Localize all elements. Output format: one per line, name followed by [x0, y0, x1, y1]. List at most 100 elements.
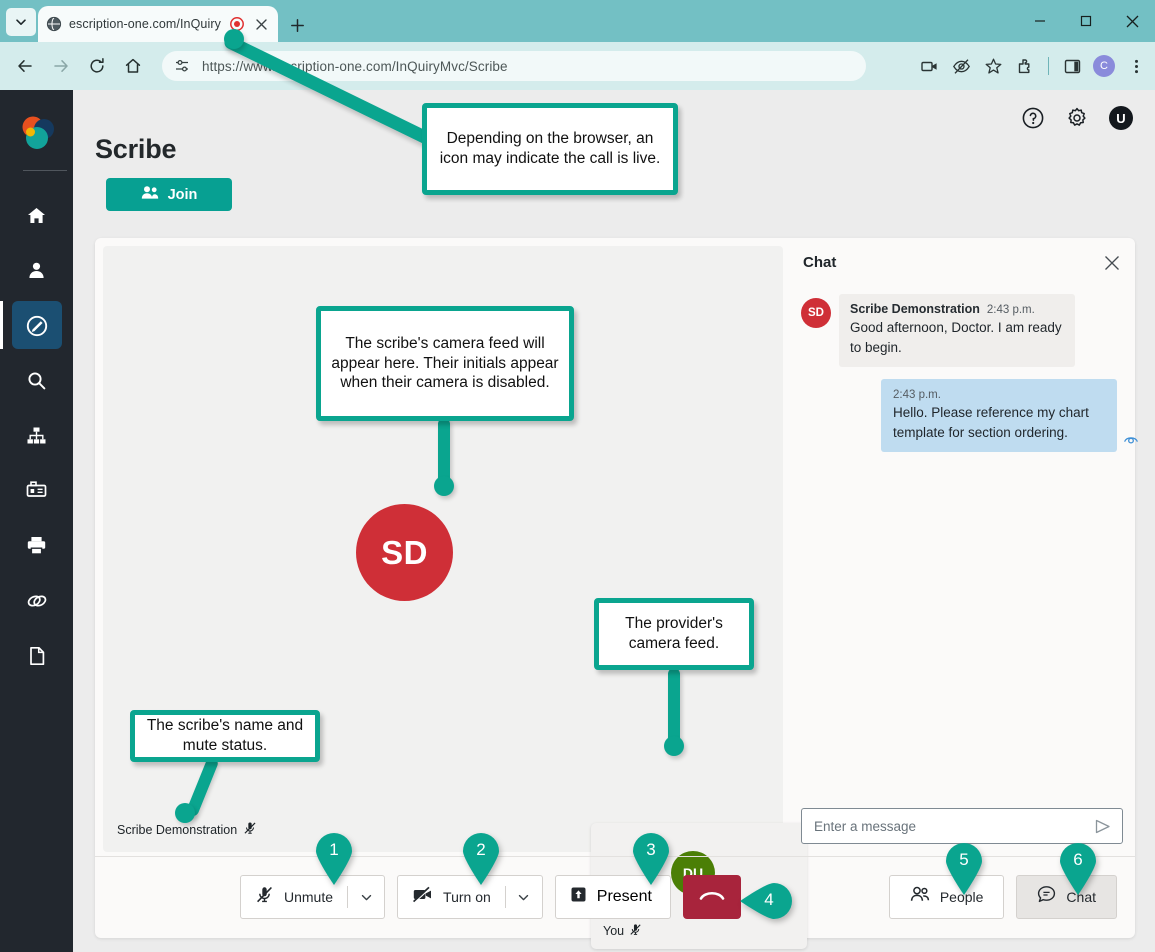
marker-label: 3	[631, 840, 671, 860]
page-content: U Scribe Join SD Scribe Demonstration	[73, 90, 1155, 952]
help-circle-icon[interactable]	[1019, 104, 1047, 132]
message-author: Scribe Demonstration	[850, 302, 980, 316]
callout-browser-live: Depending on the browser, an icon may in…	[422, 103, 678, 195]
callout-scribe-name: The scribe's name and mute status.	[130, 710, 320, 762]
video-off-icon	[412, 885, 433, 909]
sidebar-item-scribe[interactable]	[0, 298, 73, 353]
app-sidebar	[0, 90, 73, 952]
toolbar-actions: C	[914, 42, 1151, 90]
sidebar-item-patient[interactable]	[0, 243, 73, 298]
star-icon[interactable]	[978, 51, 1008, 81]
marker-5: 5	[944, 843, 984, 895]
tab-title: escription-one.com/InQuiry	[69, 17, 222, 31]
sidebar-item-documents[interactable]	[0, 628, 73, 683]
chat-panel: Chat SD Scribe Demonstration 2:43 p.m. Go…	[801, 246, 1127, 852]
link-icon	[26, 590, 48, 612]
home-icon	[26, 205, 47, 226]
message-text: Hello. Please reference my chart templat…	[893, 403, 1105, 442]
chat-message-input[interactable]	[814, 819, 1090, 834]
message-time: 2:43 p.m.	[987, 304, 1035, 316]
kebab-menu-icon[interactable]	[1121, 51, 1151, 81]
main-participant-avatar: SD	[356, 504, 453, 601]
reload-icon[interactable]	[80, 49, 114, 83]
marker-6: 6	[1058, 843, 1098, 895]
sidebar-item-search[interactable]	[0, 353, 73, 408]
join-button-label: Join	[168, 187, 198, 203]
fax-icon	[26, 480, 47, 501]
sidebar-divider	[23, 170, 67, 171]
window-controls	[1017, 0, 1155, 42]
home-icon[interactable]	[116, 49, 150, 83]
present-label: Present	[597, 888, 652, 906]
sidebar-item-workflow[interactable]	[0, 408, 73, 463]
mic-off-icon	[243, 821, 257, 838]
join-button[interactable]: Join	[106, 178, 232, 211]
toolbar-divider	[1048, 57, 1049, 75]
new-tab-button[interactable]	[284, 12, 310, 38]
chevron-down-icon	[14, 15, 28, 29]
chat-panel-title: Chat	[803, 254, 836, 271]
document-icon	[27, 646, 47, 666]
gear-icon[interactable]	[1063, 104, 1091, 132]
hangup-icon	[699, 888, 725, 907]
close-button[interactable]	[1109, 0, 1155, 42]
marker-2: 2	[461, 833, 501, 885]
browser-window: escription-one.com/InQuiry	[0, 0, 1155, 952]
share-screen-icon	[570, 886, 587, 908]
search-icon	[26, 370, 47, 391]
avatar: U	[1109, 106, 1133, 130]
chevron-down-icon	[360, 891, 373, 904]
marker-3: 3	[631, 833, 671, 885]
camera-label: Turn on	[443, 889, 491, 905]
org-chart-icon	[26, 425, 47, 446]
sidebar-item-links[interactable]	[0, 573, 73, 628]
camera-options-button[interactable]	[506, 875, 542, 919]
tune-icon[interactable]	[170, 54, 194, 78]
chat-close-button[interactable]	[1099, 250, 1125, 276]
callout-text: Depending on the browser, an icon may in…	[437, 129, 663, 168]
sidebar-items	[0, 188, 73, 683]
camera-icon[interactable]	[914, 51, 944, 81]
forward-arrow-icon[interactable]	[44, 49, 78, 83]
eye-off-icon[interactable]	[946, 51, 976, 81]
navigation-buttons	[8, 42, 150, 90]
message-meta: 2:43 p.m.	[893, 387, 1105, 401]
tab-search-button[interactable]	[6, 8, 36, 36]
user-avatar-button[interactable]: U	[1107, 104, 1135, 132]
back-arrow-icon[interactable]	[8, 49, 42, 83]
message-time: 2:43 p.m.	[893, 389, 941, 401]
minimize-button[interactable]	[1017, 0, 1063, 42]
callout-text: The scribe's camera feed will appear her…	[331, 334, 559, 393]
tab-close-button[interactable]	[252, 15, 270, 33]
browser-toolbar: https://www.escription-one.com/InQuiryMv…	[0, 42, 1155, 90]
message-avatar: SD	[801, 298, 831, 328]
message-meta: Scribe Demonstration 2:43 p.m.	[850, 302, 1064, 316]
extensions-icon[interactable]	[1010, 51, 1040, 81]
sidebar-item-fax[interactable]	[0, 463, 73, 518]
printer-icon	[26, 535, 47, 556]
mic-control[interactable]: Unmute	[240, 875, 385, 919]
callout-text: The provider's camera feed.	[609, 614, 739, 653]
sidebar-item-print[interactable]	[0, 518, 73, 573]
chat-bubble-icon	[1037, 885, 1056, 909]
hangup-button[interactable]	[683, 875, 741, 919]
callout-anchor-dot	[434, 476, 454, 496]
mic-off-icon	[255, 885, 274, 909]
message-text: Good afternoon, Doctor. I am ready to be…	[850, 318, 1064, 357]
chevron-down-icon	[517, 891, 530, 904]
sidebar-item-home[interactable]	[0, 188, 73, 243]
marker-label: 1	[314, 840, 354, 860]
browser-profile-button[interactable]: C	[1089, 51, 1119, 81]
chat-message-incoming: SD Scribe Demonstration 2:43 p.m. Good af…	[801, 294, 1127, 367]
chat-input-wrapper[interactable]	[801, 808, 1123, 844]
callout-anchor-dot	[175, 803, 195, 823]
globe-icon	[46, 16, 62, 32]
maximize-button[interactable]	[1063, 0, 1109, 42]
callout-provider-feed: The provider's camera feed.	[594, 598, 754, 670]
side-panel-icon[interactable]	[1057, 51, 1087, 81]
send-icon[interactable]	[1090, 814, 1114, 838]
seen-icon	[1123, 432, 1139, 450]
message-bubble: 2:43 p.m. Hello. Please reference my cha…	[881, 379, 1117, 452]
escription-logo[interactable]	[0, 106, 73, 162]
message-bubble: Scribe Demonstration 2:43 p.m. Good after…	[839, 294, 1075, 367]
